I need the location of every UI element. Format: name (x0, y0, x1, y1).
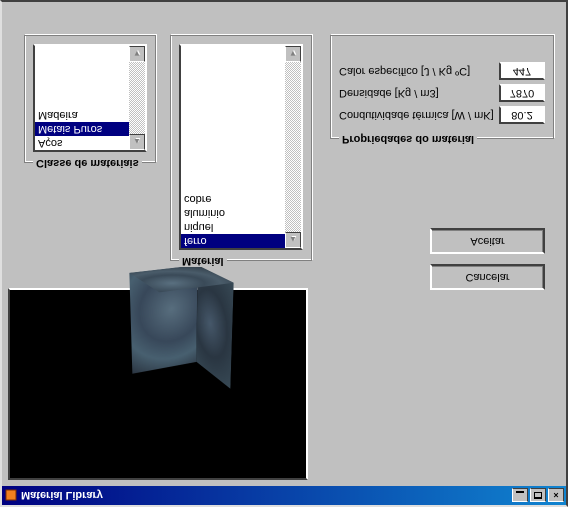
material-legend: Material (179, 255, 227, 267)
category-listbox[interactable]: AçosMetais PurosMadeira ▲ ▼ (33, 44, 147, 152)
list-item[interactable]: niquel (181, 220, 301, 234)
specific-heat-value: 447 (499, 62, 545, 80)
cancel-button[interactable]: Cancelar (430, 264, 545, 290)
cancel-label: Cancelar (465, 271, 509, 283)
cube-render (143, 273, 214, 387)
density-value: 7870 (499, 84, 545, 102)
scroll-down-icon[interactable]: ▼ (129, 46, 145, 62)
accept-button[interactable]: Aceitar (430, 228, 545, 254)
material-preview (8, 288, 308, 480)
titlebar[interactable]: Material Library × (2, 486, 566, 505)
window-title: Material Library (21, 490, 510, 502)
density-label: Densidade [Kg / m3] (339, 87, 499, 99)
property-row: Calor específico [J / Kg ºC] 447 (339, 62, 545, 80)
property-row: Condutividade térmica [W / mK] 80.2 (339, 106, 545, 124)
minimize-button[interactable] (512, 489, 528, 503)
property-row: Densidade [Kg / m3] 7870 (339, 84, 545, 102)
category-legend: Classe de materiais (33, 157, 142, 169)
material-library-window: Material Library × Classe de materiais A… (0, 0, 568, 507)
material-listbox[interactable]: ferroniquelaluminiocobre ▲ ▼ (179, 44, 303, 250)
scroll-up-icon[interactable]: ▲ (285, 232, 301, 248)
client-area: Classe de materiais AçosMetais PurosMade… (2, 2, 566, 486)
properties-fieldset: Propriedades do material Condutividade t… (330, 35, 554, 139)
list-item[interactable]: cobre (181, 192, 301, 206)
scroll-up-icon[interactable]: ▲ (129, 134, 145, 150)
specific-heat-label: Calor específico [J / Kg ºC] (339, 65, 499, 77)
maximize-button[interactable] (530, 489, 546, 503)
list-item[interactable]: aluminio (181, 206, 301, 220)
app-icon (4, 489, 18, 503)
material-fieldset: Material ferroniquelaluminiocobre ▲ ▼ (170, 35, 312, 261)
thermal-conductivity-value: 80.2 (499, 106, 545, 124)
scroll-down-icon[interactable]: ▼ (285, 46, 301, 62)
list-item[interactable]: ferro (181, 234, 301, 248)
scrollbar[interactable]: ▲ ▼ (285, 46, 301, 248)
properties-legend: Propriedades do material (339, 133, 477, 145)
close-button[interactable]: × (548, 489, 564, 503)
scrollbar[interactable]: ▲ ▼ (129, 46, 145, 150)
accept-label: Aceitar (470, 235, 504, 247)
category-fieldset: Classe de materiais AçosMetais PurosMade… (24, 35, 156, 163)
thermal-conductivity-label: Condutividade térmica [W / mK] (339, 109, 499, 121)
